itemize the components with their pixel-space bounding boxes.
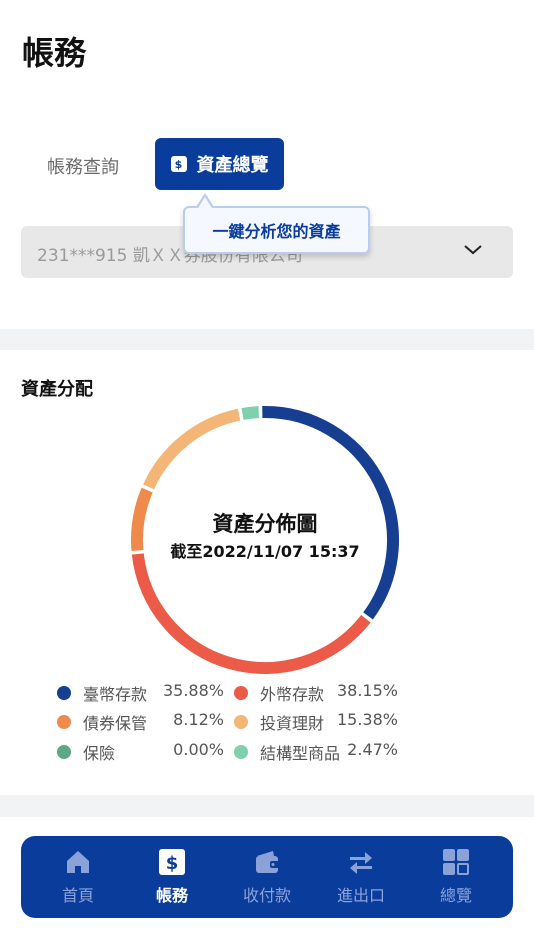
dollar-icon: $ <box>170 156 187 172</box>
chevron-down-icon <box>464 245 482 255</box>
nav-item-home[interactable]: 首頁 <box>38 836 118 918</box>
legend-label: 保險 <box>83 744 116 763</box>
nav-item-overview[interactable]: 總覽 <box>416 836 496 918</box>
legend-percent: 2.47% <box>347 740 398 759</box>
bottom-nav: 首頁 $ 帳務 收付款 進出口 總覽 <box>21 836 513 918</box>
nav-item-payments[interactable]: 收付款 <box>227 836 307 918</box>
svg-text:$: $ <box>166 853 179 874</box>
transfer-icon <box>350 852 372 874</box>
section-divider-2 <box>0 795 534 817</box>
grid-icon <box>443 849 469 875</box>
section-title: 資產分配 <box>21 379 93 400</box>
nav-label-overview: 總覽 <box>439 886 472 905</box>
tab-asset-overview-label: 資產總覽 <box>196 155 269 176</box>
nav-label-home: 首頁 <box>61 886 94 905</box>
legend-dot <box>57 686 71 700</box>
tooltip-arrow-inner <box>198 197 212 208</box>
nav-label-payments: 收付款 <box>242 886 291 905</box>
tooltip: 一鍵分析您的資產 <box>183 206 370 254</box>
legend-dot <box>234 745 248 759</box>
legend-dot <box>57 715 71 729</box>
legend-percent: 8.12% <box>173 710 224 729</box>
legend-dot <box>234 686 248 700</box>
legend-percent: 35.88% <box>162 681 224 700</box>
tab-account-query[interactable]: 帳務查詢 <box>47 153 119 179</box>
nav-item-account[interactable]: $ 帳務 <box>132 836 212 918</box>
donut-slice-2 <box>131 487 153 551</box>
legend-dot <box>57 745 71 759</box>
donut-slice-3 <box>143 408 241 490</box>
chart-title: 資產分佈圖 <box>213 512 318 536</box>
page-title: 帳務 <box>22 34 87 72</box>
legend-percent: 15.38% <box>336 710 398 729</box>
wallet-icon <box>256 851 279 873</box>
nav-label-import-export: 進出口 <box>336 886 385 905</box>
asset-donut-chart: 資產分佈圖 截至2022/11/07 15:37 <box>131 406 399 674</box>
chart-timestamp: 截至2022/11/07 15:37 <box>170 542 359 561</box>
tab-asset-overview[interactable]: $ 資產總覽 <box>155 138 284 190</box>
donut-slice-5 <box>241 406 260 420</box>
donut-slice-1 <box>131 553 371 674</box>
home-icon <box>67 851 89 873</box>
dollar-icon: $ <box>159 849 185 875</box>
legend-dot <box>234 715 248 729</box>
nav-item-import-export[interactable]: 進出口 <box>321 836 401 918</box>
legend-percent: 38.15% <box>336 681 398 700</box>
nav-label-account: 帳務 <box>155 886 188 905</box>
legend-item: 保險 <box>57 740 115 764</box>
section-divider <box>0 329 534 350</box>
legend-percent: 0.00% <box>173 740 224 759</box>
